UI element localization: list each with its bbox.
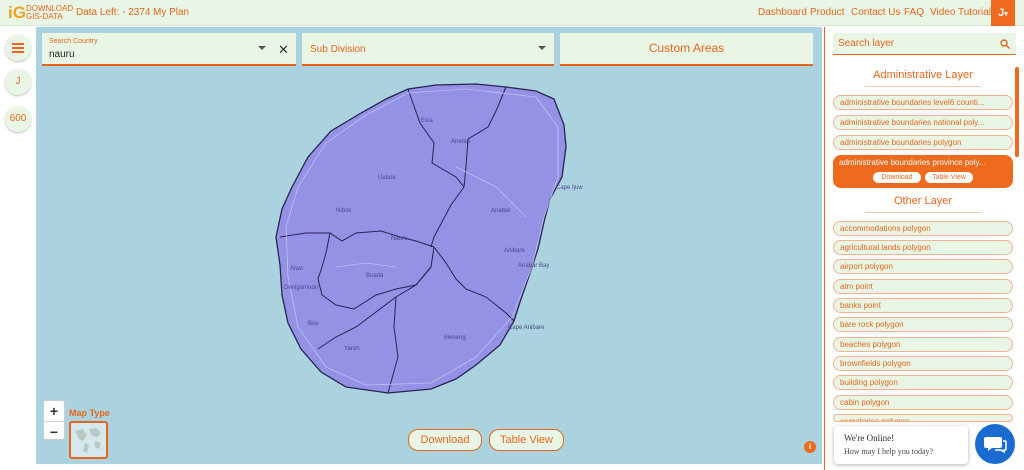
layer-table-view-button[interactable]: Table View [925, 172, 973, 183]
map-type-label: Map Type [69, 408, 110, 418]
nauru-boundary [275, 83, 567, 394]
layer-item[interactable]: airport polygon [833, 259, 1013, 274]
active-layer-label: administrative boundaries province poly.… [839, 158, 986, 167]
map-label-anibare: Anibare [504, 248, 525, 254]
left-rail: J 600 [0, 27, 36, 470]
custom-areas-button[interactable]: Custom Areas [560, 33, 813, 66]
layer-item[interactable]: accommodations polygon [833, 221, 1013, 236]
nav-video-tutorial[interactable]: Video Tutorial [930, 7, 991, 18]
zoom-in-button[interactable]: + [44, 401, 64, 421]
chevron-down-icon: ▾ [1004, 11, 1008, 18]
map-label-anabar: Anabar [491, 208, 510, 214]
map-type-thumbnail[interactable] [69, 421, 108, 459]
chevron-down-icon[interactable] [538, 46, 546, 50]
map-label-anetan: Anetan [451, 139, 470, 145]
logo-mark: iG [8, 3, 26, 22]
layer-panel: Search layer Administrative Layer admini… [824, 27, 1024, 470]
hamburger-icon [12, 43, 24, 53]
chat-icon [984, 437, 1007, 454]
map-label-ewa: Ewa [421, 118, 433, 124]
chat-prompt: How may I help you today? [844, 447, 934, 456]
layer-item[interactable]: administrative boundaries polygon [833, 135, 1013, 150]
layer-download-button[interactable]: Download [873, 172, 921, 183]
zoom-out-button[interactable]: − [44, 421, 64, 441]
zoom-control: + − [43, 400, 65, 440]
map-label-cape-anibare: Cape Anibare [508, 325, 545, 331]
chat-button[interactable] [975, 424, 1015, 464]
sub-division-placeholder: Sub Division [310, 44, 366, 55]
layer-item[interactable]: brownfields polygon [833, 356, 1013, 371]
map-label-meneng: Meneng [444, 335, 466, 341]
map-label-anabar-bay: Anabar Bay [518, 263, 549, 269]
table-view-button[interactable]: Table View [489, 429, 564, 451]
search-country-field[interactable]: Search Country nauru ✕ [42, 33, 296, 66]
map-label-aiwo: Aiwo [290, 266, 304, 272]
map-label-buada: Buada [366, 273, 384, 279]
layer-item[interactable]: banks point [833, 298, 1013, 313]
user-menu-button[interactable]: J▾ [991, 0, 1015, 26]
layer-item[interactable]: administrative boundaries level6 counti.… [833, 95, 1013, 110]
menu-button[interactable] [5, 35, 31, 61]
search-country-value: nauru [49, 49, 75, 60]
user-avatar[interactable]: J [5, 69, 31, 95]
map-view[interactable]: Anabar Anibare Nauru Buada Meneng Yaren … [36, 27, 822, 464]
close-icon[interactable]: ✕ [278, 42, 289, 58]
map-label-nauru: Nauru [391, 236, 407, 242]
my-plan-link[interactable]: My Plan [153, 7, 189, 18]
nav-faq[interactable]: FAQ [904, 7, 924, 18]
map-label-cape-ijuw: Cape Ijuw [556, 185, 583, 191]
layer-item[interactable]: beaches polygon [833, 337, 1013, 352]
sub-division-select[interactable]: Sub Division [302, 33, 554, 66]
nav-dashboard[interactable]: Dashboard [758, 7, 807, 18]
world-map-icon [75, 428, 101, 453]
search-layer-placeholder: Search layer [838, 38, 895, 49]
administrative-layer-title: Administrative Layer [865, 69, 981, 87]
layer-item[interactable]: building polygon [833, 375, 1013, 390]
layer-item[interactable]: cemeteries polygon [833, 414, 1013, 422]
info-icon[interactable]: i [804, 441, 816, 453]
credits-badge: 600 [5, 106, 31, 132]
other-layer-title: Other Layer [865, 195, 981, 213]
logo[interactable]: iG DOWNLOAD GIS-DATA [8, 3, 73, 23]
top-bar: iG DOWNLOAD GIS-DATA Data Left: - 2374 M… [0, 0, 1024, 26]
layer-item[interactable]: cabin polygon [833, 395, 1013, 410]
chevron-down-icon[interactable] [258, 46, 266, 50]
nav-contact-us[interactable]: Contact Us [851, 7, 900, 18]
search-layer-input[interactable]: Search layer [833, 33, 1016, 55]
logo-line2: GIS-DATA [26, 12, 63, 21]
layer-item[interactable]: atm point [833, 279, 1013, 294]
search-icon[interactable] [1000, 39, 1010, 49]
layer-item[interactable]: administrative boundaries national poly.… [833, 115, 1013, 130]
download-button[interactable]: Download [408, 429, 482, 451]
map-label-denigomodu: Denigomodu [284, 285, 318, 291]
country-map[interactable]: Anabar Anibare Nauru Buada Meneng Yaren … [36, 27, 822, 464]
search-country-label: Search Country [49, 38, 98, 45]
layer-item[interactable]: bare rock polygon [833, 317, 1013, 332]
chat-status: We're Online! [844, 433, 895, 443]
map-label-nibok: Nibok [336, 208, 352, 214]
layer-item[interactable]: agricultural lands polygon [833, 240, 1013, 255]
layer-scrollbar[interactable] [1015, 67, 1019, 157]
data-left-counter: Data Left: - 2374 [76, 7, 151, 18]
map-label-boe: Boe [308, 321, 319, 327]
chat-popup[interactable]: We're Online! How may I help you today? [834, 426, 968, 464]
active-layer-item[interactable]: administrative boundaries province poly.… [833, 155, 1013, 188]
map-label-yaren: Yaren [344, 346, 360, 352]
map-label-uaboe: Uaboe [378, 175, 396, 181]
nav-product[interactable]: Product [810, 7, 844, 18]
